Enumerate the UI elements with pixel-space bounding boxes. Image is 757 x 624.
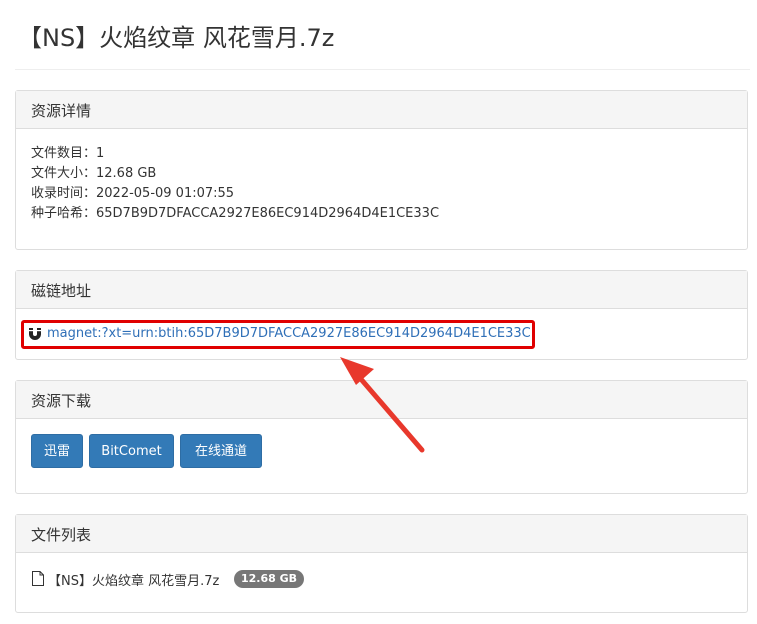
file-list-panel: 文件列表 【NS】火焰纹章 风花雪月.7z 12.68 GB — [15, 514, 748, 613]
online-channel-button[interactable]: 在线通道 — [180, 434, 262, 468]
file-size: 文件大小：12.68 GB — [31, 166, 157, 181]
magnet-link[interactable]: magnet:?xt=urn:btih:65D7B9D7DFACCA2927E8… — [47, 326, 531, 341]
red-arrow-annotation — [340, 357, 425, 453]
file-icon — [32, 571, 44, 586]
torrent-hash: 种子哈希：65D7B9D7DFACCA2927E86EC914D2964D4E1… — [31, 206, 440, 221]
details-panel: 资源详情 文件数目：1 文件大小：12.68 GB 收录时间：2022-05-0… — [15, 90, 748, 250]
file-name: 【NS】火焰纹章 风花雪月.7z — [48, 574, 220, 589]
file-list-panel-heading: 文件列表 — [16, 515, 747, 553]
indexed-time: 收录时间：2022-05-09 01:07:55 — [31, 186, 235, 201]
details-panel-heading: 资源详情 — [16, 91, 747, 129]
magnet-icon — [29, 328, 41, 340]
details-panel-body: 文件数目：1 文件大小：12.68 GB 收录时间：2022-05-09 01:… — [16, 129, 747, 224]
title-divider — [15, 69, 750, 70]
xunlei-button[interactable]: 迅雷 — [31, 434, 83, 468]
bitcomet-button[interactable]: BitComet — [89, 434, 174, 468]
file-count: 文件数目：1 — [31, 146, 105, 161]
file-size-badge: 12.68 GB — [234, 570, 305, 588]
magnet-panel-heading: 磁链地址 — [16, 271, 747, 309]
page-title: 【NS】火焰纹章 风花雪月.7z — [18, 24, 335, 52]
